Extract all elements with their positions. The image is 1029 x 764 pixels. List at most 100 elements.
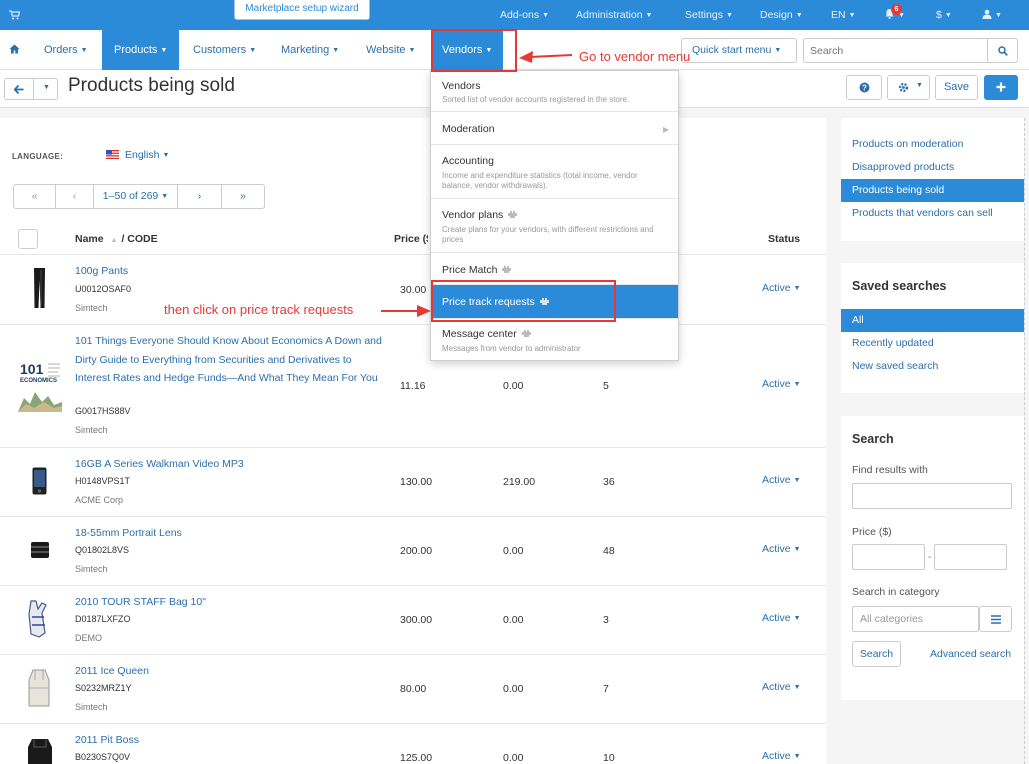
product-thumbnail[interactable] <box>32 467 47 495</box>
product-name-link[interactable]: 100g Pants <box>75 262 385 281</box>
topnav-design[interactable]: Design ▼ <box>760 0 803 30</box>
select-all-checkbox[interactable] <box>18 229 38 249</box>
settings-dropdown-button[interactable]: ▼ <box>887 75 930 100</box>
price-to-input[interactable] <box>934 544 1007 570</box>
help-button[interactable]: ? <box>846 75 882 100</box>
category-picker-input[interactable]: All categories <box>852 606 979 632</box>
product-price[interactable]: 200.00 <box>400 545 432 557</box>
topnav-settings[interactable]: Settings ▼ <box>685 0 733 30</box>
product-list-price[interactable]: 0.00 <box>503 752 523 764</box>
menu-item-moderation[interactable]: Moderation ▶ <box>431 112 678 145</box>
product-thumbnail[interactable] <box>33 268 46 308</box>
product-price[interactable]: 30.00 <box>400 284 426 296</box>
pagination-prev[interactable]: ‹ <box>56 185 94 208</box>
product-list-price[interactable]: 0.00 <box>503 380 523 392</box>
product-quantity[interactable]: 36 <box>603 476 615 488</box>
product-name-link[interactable]: 2011 Ice Queen <box>75 662 385 681</box>
product-name-link[interactable]: 18-55mm Portrait Lens <box>75 524 385 543</box>
home-icon[interactable] <box>9 44 20 54</box>
find-results-input[interactable] <box>852 483 1012 509</box>
pagination-last[interactable]: » <box>222 185 264 208</box>
product-price[interactable]: 125.00 <box>400 752 432 764</box>
product-code: H0148VPS1T <box>75 476 131 486</box>
product-quantity[interactable]: 7 <box>603 683 609 695</box>
menu-item-message-center[interactable]: Message center Messages from vendor to a… <box>431 319 678 360</box>
status-dropdown[interactable]: Active ▼ <box>762 750 801 762</box>
topnav-design-label: Design <box>760 9 793 21</box>
saved-search-new[interactable]: New saved search <box>841 355 1024 378</box>
currency-label: $ <box>936 9 942 21</box>
status-dropdown[interactable]: Active ▼ <box>762 681 801 693</box>
back-dropdown-button[interactable]: ▼ <box>34 78 58 100</box>
plug-icon <box>521 330 531 337</box>
add-product-button[interactable] <box>984 75 1018 100</box>
nav-orders-label: Orders <box>44 44 78 56</box>
search-input[interactable] <box>803 38 987 63</box>
currency-menu[interactable]: $ ▼ <box>936 0 952 30</box>
product-quantity[interactable]: 10 <box>603 752 615 764</box>
product-thumbnail[interactable]: 101 ECONOMICS <box>18 360 62 412</box>
advanced-search-link[interactable]: Advanced search <box>930 648 1011 660</box>
column-header-name[interactable]: Name ▲ / CODE <box>75 233 158 245</box>
column-header-name-label: Name <box>75 233 104 245</box>
user-menu[interactable]: ▼ <box>982 0 1002 30</box>
price-from-input[interactable] <box>852 544 925 570</box>
product-name-link[interactable]: 2011 Pit Boss <box>75 731 385 750</box>
product-list-price[interactable]: 0.00 <box>503 545 523 557</box>
status-dropdown[interactable]: Active ▼ <box>762 282 801 294</box>
status-dropdown[interactable]: Active ▼ <box>762 543 801 555</box>
pagination-first[interactable]: « <box>14 185 56 208</box>
sidebar-item-products-being-sold[interactable]: Products being sold <box>841 179 1024 202</box>
menu-item-vendor-plans[interactable]: Vendor plans Create plans for your vendo… <box>431 199 678 253</box>
quick-start-menu-button[interactable]: Quick start menu ▼ <box>681 38 797 63</box>
sidebar-item-products-vendors-can-sell[interactable]: Products that vendors can sell <box>841 202 1024 225</box>
status-dropdown[interactable]: Active ▼ <box>762 474 801 486</box>
product-price[interactable]: 11.16 <box>400 380 426 392</box>
status-dropdown[interactable]: Active ▼ <box>762 378 801 390</box>
language-selector[interactable]: English ▼ <box>125 149 169 161</box>
topnav-addons[interactable]: Add-ons ▼ <box>500 0 549 30</box>
column-header-status[interactable]: Status <box>768 233 800 245</box>
save-button[interactable]: Save <box>935 75 978 100</box>
product-name-link[interactable]: 2010 TOUR STAFF Bag 10" <box>75 593 385 612</box>
nav-orders[interactable]: Orders ▼ <box>44 30 88 70</box>
nav-marketing[interactable]: Marketing ▼ <box>281 30 339 70</box>
product-name-link[interactable]: 101 Things Everyone Should Know About Ec… <box>75 332 385 388</box>
column-header-price[interactable]: Price ($) <box>394 233 428 245</box>
sidebar-item-disapproved-products[interactable]: Disapproved products <box>841 156 1024 179</box>
pagination-range-select[interactable]: 1–50 of 269 ▼ <box>94 185 178 208</box>
product-thumbnail[interactable] <box>27 599 49 639</box>
search-submit-button[interactable]: Search <box>852 641 901 667</box>
cart-icon[interactable] <box>9 9 21 23</box>
product-quantity[interactable]: 5 <box>603 380 609 392</box>
nav-website[interactable]: Website ▼ <box>366 30 415 70</box>
menu-item-vendors[interactable]: Vendors Sorted list of vendor accounts r… <box>431 71 678 112</box>
product-quantity[interactable]: 3 <box>603 614 609 626</box>
product-thumbnail[interactable] <box>25 668 53 708</box>
nav-customers[interactable]: Customers ▼ <box>193 30 256 70</box>
topnav-administration[interactable]: Administration ▼ <box>576 0 652 30</box>
marketplace-setup-wizard-button[interactable]: Marketplace setup wizard <box>234 0 370 20</box>
category-picker-button[interactable] <box>979 606 1012 632</box>
product-thumbnail[interactable] <box>30 540 50 560</box>
back-button[interactable] <box>4 78 34 100</box>
saved-search-all[interactable]: All <box>841 309 1024 332</box>
product-list-price[interactable]: 219.00 <box>503 476 535 488</box>
pagination-next[interactable]: › <box>178 185 222 208</box>
saved-search-recently-updated[interactable]: Recently updated <box>841 332 1024 355</box>
status-dropdown[interactable]: Active ▼ <box>762 612 801 624</box>
sidebar-item-products-on-moderation[interactable]: Products on moderation <box>841 133 1024 156</box>
product-name-link[interactable]: 16GB A Series Walkman Video MP3 <box>75 455 385 474</box>
product-list-price[interactable]: 0.00 <box>503 683 523 695</box>
topnav-language[interactable]: EN ▼ <box>831 0 856 30</box>
product-price[interactable]: 130.00 <box>400 476 432 488</box>
menu-item-accounting[interactable]: Accounting Income and expenditure statis… <box>431 145 678 199</box>
product-quantity[interactable]: 48 <box>603 545 615 557</box>
product-thumbnail[interactable] <box>26 735 54 764</box>
price-track-highlight-box <box>431 280 616 322</box>
product-list-price[interactable]: 0.00 <box>503 614 523 626</box>
nav-products[interactable]: Products ▼ <box>102 30 180 70</box>
product-price[interactable]: 300.00 <box>400 614 432 626</box>
product-price[interactable]: 80.00 <box>400 683 426 695</box>
search-button[interactable] <box>987 38 1018 63</box>
